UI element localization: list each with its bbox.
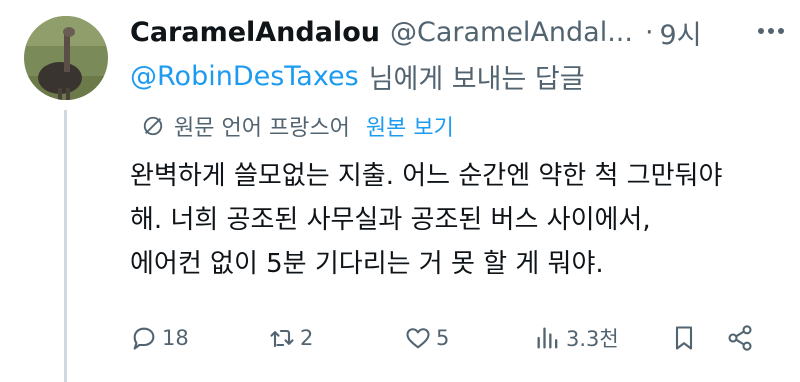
translation-label: 원문 언어 프랑스어 [174, 116, 350, 141]
reply-context-label: 님에게 보내는 답글 [368, 63, 585, 95]
tweet-text-line: 해. 너희 공조된 사무실과 공조된 버스 사이에서, [130, 205, 651, 235]
share-button[interactable] [726, 318, 758, 358]
tweet-text: 완벽하게 쓸모없는 지출. 어느 순간엔 약한 척 그만둬야 해. 너희 공조된… [130, 154, 780, 286]
action-bar: 18 2 5 3.3천 [130, 318, 770, 358]
views-button[interactable]: 3.3천 [534, 318, 619, 358]
tweet-timestamp[interactable]: 9시 [660, 13, 702, 52]
thread-line [64, 110, 67, 382]
more-options-button[interactable] [754, 14, 788, 48]
bookmark-icon [675, 326, 693, 350]
author-display-name[interactable]: CaramelAndalou [130, 17, 380, 48]
tweet-header: CaramelAndalou @CaramelAndal... · 9시 [130, 12, 702, 52]
separator-dot: · [644, 16, 654, 48]
reply-bubble-icon [133, 327, 155, 350]
view-count: 3.3천 [566, 327, 619, 351]
translation-notice: 원문 언어 프랑스어 원본 보기 [142, 106, 454, 146]
retweet-count: 2 [300, 326, 314, 350]
more-dots-icon [758, 28, 784, 34]
share-nodes-icon [728, 325, 752, 351]
show-original-link[interactable]: 원본 보기 [366, 110, 454, 142]
analytics-bars-icon [537, 327, 558, 349]
reply-context: @RobinDesTaxes 님에게 보내는 답글 [130, 56, 585, 96]
retweet-button[interactable]: 2 [268, 318, 313, 358]
author-handle[interactable]: @CaramelAndal... [390, 17, 633, 48]
tweet-text-line: 완벽하게 쓸모없는 지출. 어느 순간엔 약한 척 그만둬야 [130, 161, 723, 191]
globe-slash-icon [143, 116, 163, 136]
bookmark-button[interactable] [670, 318, 702, 358]
retweet-icon [270, 329, 294, 348]
like-count: 5 [436, 326, 450, 350]
tweet: CaramelAndalou @CaramelAndal... · 9시 @Ro… [0, 0, 800, 382]
ostrich-avatar-image [24, 16, 108, 100]
like-button[interactable]: 5 [404, 318, 449, 358]
reply-button[interactable]: 18 [130, 318, 189, 358]
avatar[interactable] [24, 16, 108, 100]
heart-icon [406, 328, 430, 349]
reply-mention-link[interactable]: @RobinDesTaxes [130, 61, 359, 92]
tweet-text-line: 에어컨 없이 5분 기다리는 거 못 할 게 뭐야. [130, 249, 604, 279]
reply-count: 18 [162, 326, 189, 350]
